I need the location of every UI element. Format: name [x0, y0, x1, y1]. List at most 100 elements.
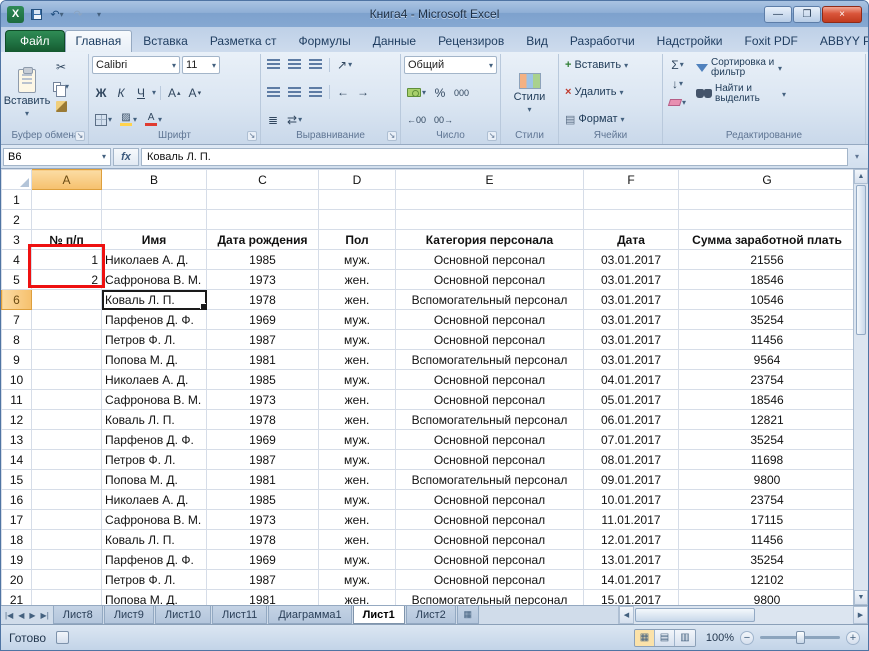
- underline-button[interactable]: Ч: [132, 84, 150, 101]
- font-size-select[interactable]: 11 ▾: [182, 56, 220, 74]
- cell-F14[interactable]: 08.01.2017: [583, 449, 679, 470]
- cell-D1[interactable]: [318, 189, 396, 210]
- row-header-1[interactable]: 1: [1, 189, 32, 210]
- cell-B3[interactable]: Имя: [101, 229, 207, 250]
- tab-Данные[interactable]: Данные: [362, 30, 427, 52]
- column-header-A[interactable]: A: [31, 169, 102, 190]
- cell-G10[interactable]: 23754: [678, 369, 856, 390]
- view-page-layout-button[interactable]: ▤: [655, 629, 675, 646]
- format-cells-button[interactable]: ▤ Формат ▾: [562, 110, 659, 128]
- cell-A15[interactable]: [31, 469, 102, 490]
- cell-E16[interactable]: Основной персонал: [395, 489, 584, 510]
- cell-F3[interactable]: Дата: [583, 229, 679, 250]
- column-header-D[interactable]: D: [318, 169, 396, 190]
- cell-G12[interactable]: 12821: [678, 409, 856, 430]
- cell-C6[interactable]: 1978: [206, 289, 319, 310]
- close-button[interactable]: ×: [822, 5, 862, 23]
- cell-B21[interactable]: Попова М. Д.: [101, 589, 207, 605]
- sheet-tab-Лист2[interactable]: Лист2: [405, 606, 456, 624]
- cell-E21[interactable]: Вспомогательный персонал: [395, 589, 584, 605]
- column-header-E[interactable]: E: [395, 169, 584, 190]
- cell-D9[interactable]: жен.: [318, 349, 396, 370]
- cell-B14[interactable]: Петров Ф. Л.: [101, 449, 207, 470]
- cell-G17[interactable]: 17115: [678, 509, 856, 530]
- row-header-5[interactable]: 5: [1, 269, 32, 290]
- cut-button[interactable]: ✂: [50, 58, 72, 75]
- view-normal-button[interactable]: ▦: [635, 629, 655, 646]
- scroll-up-icon[interactable]: ▲: [854, 169, 868, 184]
- column-header-B[interactable]: B: [101, 169, 207, 190]
- merge-center-button[interactable]: ⇄ ▾: [284, 111, 305, 128]
- row-header-8[interactable]: 8: [1, 329, 32, 350]
- cell-D17[interactable]: жен.: [318, 509, 396, 530]
- increase-font-button[interactable]: A ▴: [165, 84, 184, 101]
- cell-F8[interactable]: 03.01.2017: [583, 329, 679, 350]
- cell-D10[interactable]: муж.: [318, 369, 396, 390]
- cell-D6[interactable]: жен.: [318, 289, 396, 310]
- decrease-indent-button[interactable]: ←: [334, 84, 352, 101]
- tab-ABBYY PDF T[interactable]: ABBYY PDF T: [809, 30, 868, 52]
- zoom-level[interactable]: 100%: [702, 632, 734, 644]
- cell-B19[interactable]: Парфенов Д. Ф.: [101, 549, 207, 570]
- cell-D20[interactable]: муж.: [318, 569, 396, 590]
- tab-Главная[interactable]: Главная: [64, 30, 133, 52]
- cell-D5[interactable]: жен.: [318, 269, 396, 290]
- cell-C12[interactable]: 1978: [206, 409, 319, 430]
- font-dialog-launcher[interactable]: ↘: [247, 131, 257, 141]
- minimize-button[interactable]: —: [764, 5, 792, 23]
- cell-C1[interactable]: [206, 189, 319, 210]
- increase-indent-button[interactable]: →: [354, 84, 372, 101]
- cell-D21[interactable]: жен.: [318, 589, 396, 605]
- cell-A18[interactable]: [31, 529, 102, 550]
- styles-button[interactable]: Стили ▾: [509, 56, 551, 130]
- cell-E11[interactable]: Основной персонал: [395, 389, 584, 410]
- restore-button[interactable]: ❐: [793, 5, 821, 23]
- cell-G6[interactable]: 10546: [678, 289, 856, 310]
- row-header-17[interactable]: 17: [1, 509, 32, 530]
- cell-G5[interactable]: 18546: [678, 269, 856, 290]
- cell-A1[interactable]: [31, 189, 102, 210]
- cell-D15[interactable]: жен.: [318, 469, 396, 490]
- row-header-2[interactable]: 2: [1, 209, 32, 230]
- column-header-G[interactable]: G: [678, 169, 856, 190]
- cell-F6[interactable]: 03.01.2017: [583, 289, 679, 310]
- delete-cells-button[interactable]: × Удалить ▾: [562, 83, 659, 101]
- last-sheet-button[interactable]: ▶|: [39, 611, 51, 620]
- cell-B2[interactable]: [101, 209, 207, 230]
- row-header-20[interactable]: 20: [1, 569, 32, 590]
- cell-D3[interactable]: Пол: [318, 229, 396, 250]
- cell-A20[interactable]: [31, 569, 102, 590]
- cell-C7[interactable]: 1969: [206, 309, 319, 330]
- cell-F16[interactable]: 10.01.2017: [583, 489, 679, 510]
- row-header-14[interactable]: 14: [1, 449, 32, 470]
- row-header-3[interactable]: 3: [1, 229, 32, 250]
- align-bottom-button[interactable]: [306, 56, 325, 73]
- row-header-11[interactable]: 11: [1, 389, 32, 410]
- cell-B8[interactable]: Петров Ф. Л.: [101, 329, 207, 350]
- cell-C16[interactable]: 1985: [206, 489, 319, 510]
- alignment-dialog-launcher[interactable]: ↘: [387, 131, 397, 141]
- cell-B5[interactable]: Сафронова В. М.: [101, 269, 207, 290]
- cell-C10[interactable]: 1985: [206, 369, 319, 390]
- row-header-19[interactable]: 19: [1, 549, 32, 570]
- cell-F11[interactable]: 05.01.2017: [583, 389, 679, 410]
- align-center-button[interactable]: [285, 84, 304, 101]
- decrease-decimal-button[interactable]: 00→: [431, 111, 456, 128]
- align-middle-button[interactable]: [285, 56, 304, 73]
- sheet-tab-Лист9[interactable]: Лист9: [103, 606, 154, 624]
- cell-C9[interactable]: 1981: [206, 349, 319, 370]
- cell-F4[interactable]: 03.01.2017: [583, 249, 679, 270]
- tab-Foxit PDF[interactable]: Foxit PDF: [734, 30, 809, 52]
- tab-file[interactable]: Файл: [5, 30, 65, 52]
- sheet-tab-Лист11[interactable]: Лист11: [211, 606, 268, 624]
- cell-G7[interactable]: 35254: [678, 309, 856, 330]
- row-header-21[interactable]: 21: [1, 589, 32, 605]
- cell-C3[interactable]: Дата рождения: [206, 229, 319, 250]
- cell-E5[interactable]: Основной персонал: [395, 269, 584, 290]
- cell-F7[interactable]: 03.01.2017: [583, 309, 679, 330]
- macro-record-icon[interactable]: [56, 631, 70, 644]
- tab-Разработчи[interactable]: Разработчи: [559, 30, 646, 52]
- cell-C20[interactable]: 1987: [206, 569, 319, 590]
- cell-E19[interactable]: Основной персонал: [395, 549, 584, 570]
- copy-button[interactable]: ▾: [50, 78, 72, 97]
